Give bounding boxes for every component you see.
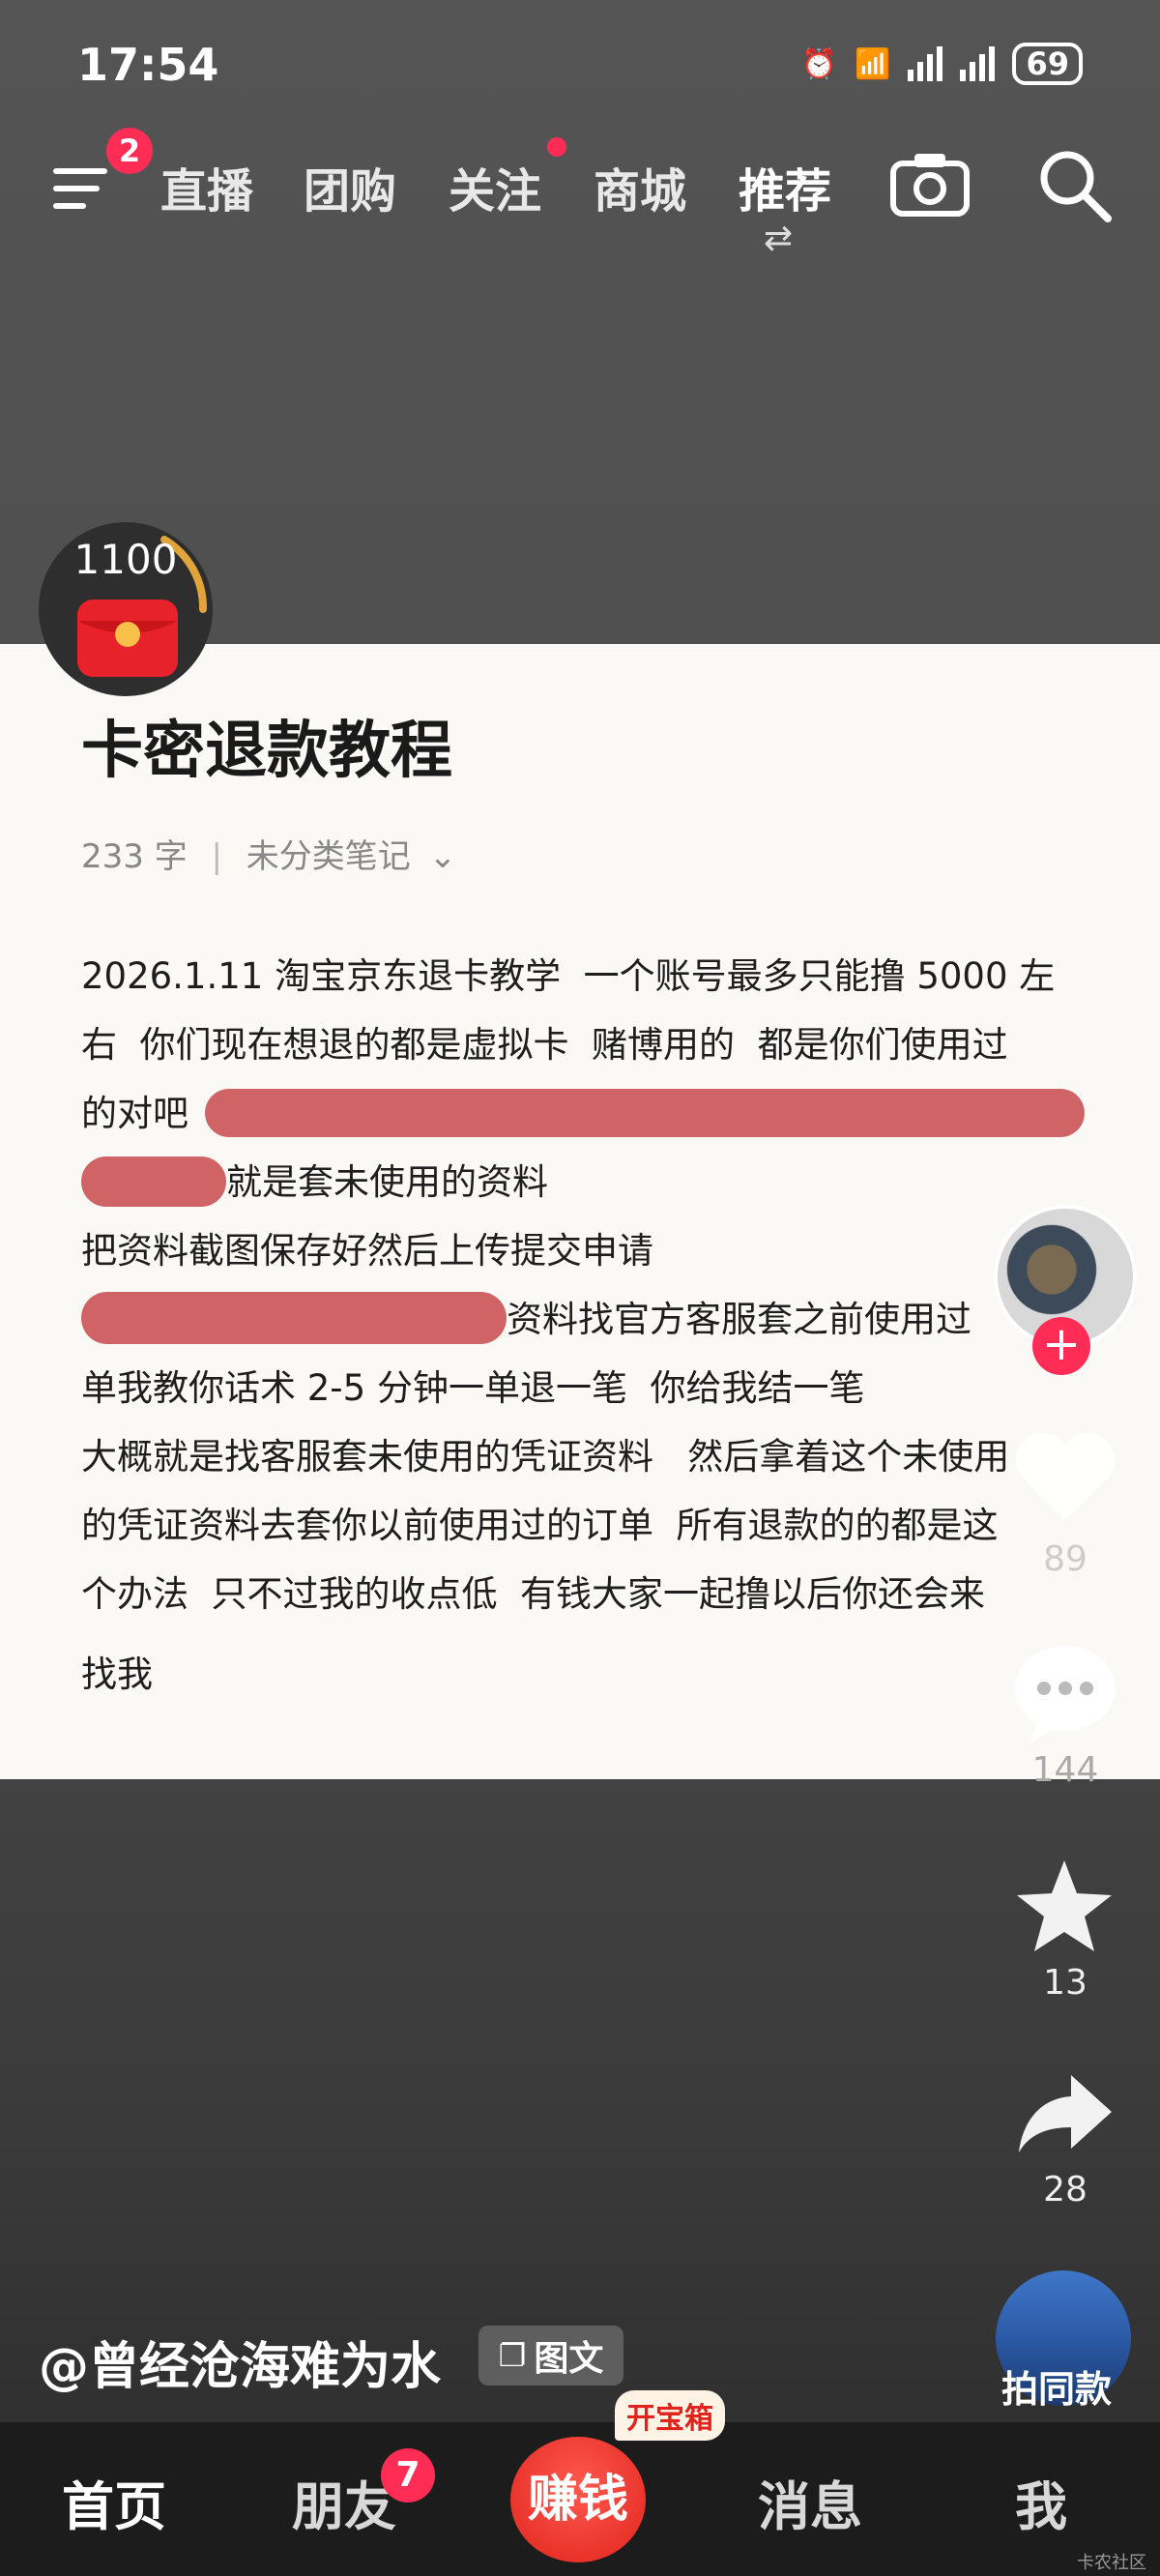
tab-messages[interactable]: 消息 bbox=[758, 2464, 862, 2540]
earn-button[interactable]: 赚钱 bbox=[510, 2437, 646, 2562]
camera-icon[interactable] bbox=[889, 150, 971, 218]
note-line: 把资料截图保存好然后上传提交申请 bbox=[81, 1230, 653, 1272]
tab-following[interactable]: 关注 bbox=[449, 153, 541, 220]
comment-icon[interactable] bbox=[1009, 1642, 1121, 1744]
coin-widget[interactable]: 1100 bbox=[39, 522, 213, 696]
wifi-icon: 📶 bbox=[855, 46, 891, 81]
tab-group-buy[interactable]: 团购 bbox=[304, 153, 396, 220]
following-dot bbox=[547, 137, 566, 157]
watermark: 卡农社区 bbox=[1077, 2553, 1146, 2573]
tab-me[interactable]: 我 bbox=[1015, 2464, 1067, 2540]
alarm-icon: ⏰ bbox=[800, 46, 838, 81]
heart-icon[interactable] bbox=[1011, 1431, 1119, 1528]
tab-recommend[interactable]: 推荐 bbox=[739, 153, 831, 220]
tab-home[interactable]: 首页 bbox=[62, 2464, 166, 2540]
note-line: 个办法 只不过我的收点低 有钱大家一起撸以后你还会来 bbox=[81, 1573, 986, 1615]
status-icons: ⏰ 📶 69 bbox=[801, 43, 1083, 85]
note-line: 右 你们现在想退的都是虚拟卡 赌博用的 都是你们使用过 bbox=[81, 1024, 1008, 1066]
tab-mall[interactable]: 商城 bbox=[594, 153, 686, 220]
friends-badge: 7 bbox=[381, 2448, 435, 2503]
note-line: 找我 bbox=[81, 1654, 153, 1695]
follow-plus-button[interactable]: + bbox=[1032, 1317, 1090, 1375]
image-text-icon: ❐ bbox=[498, 2337, 527, 2374]
coin-value: 1100 bbox=[73, 536, 178, 583]
note-type-tag: ❐ 图文 bbox=[478, 2326, 624, 2386]
note-meta[interactable]: 233 字 | 未分类笔记 ⌄ bbox=[81, 830, 456, 877]
like-count: 89 bbox=[1043, 1539, 1088, 1579]
word-count: 233 字 bbox=[81, 837, 188, 876]
menu-badge: 2 bbox=[106, 128, 153, 174]
share-icon[interactable] bbox=[1015, 2069, 1116, 2156]
swap-icon: ⇄ bbox=[764, 219, 794, 258]
note-line: 的凭证资料去套你以前使用过的订单 所有退款的的都是这 bbox=[81, 1505, 999, 1546]
redaction-mark bbox=[81, 1156, 226, 1207]
note-category[interactable]: 未分类笔记 bbox=[246, 837, 411, 876]
meta-divider: | bbox=[211, 837, 222, 876]
note-title: 卡密退款教程 bbox=[81, 716, 452, 787]
redaction-mark bbox=[81, 1292, 507, 1344]
battery-indicator: 69 bbox=[1012, 43, 1083, 85]
note-line: 2026.1.11 淘宝京东退卡教学 一个账号最多只能撸 5000 左 bbox=[81, 955, 1056, 997]
note-type-label: 图文 bbox=[534, 2339, 604, 2379]
signal-5g-icon bbox=[960, 46, 996, 81]
status-time: 17:54 bbox=[77, 39, 219, 91]
author-handle[interactable]: @曾经沧海难为水 bbox=[39, 2326, 441, 2398]
share-count: 28 bbox=[1043, 2170, 1088, 2210]
red-envelope-icon bbox=[77, 600, 178, 677]
comment-count: 144 bbox=[1031, 1750, 1099, 1790]
chevron-down-icon[interactable]: ⌄ bbox=[429, 837, 457, 876]
redaction-mark bbox=[205, 1089, 1085, 1137]
same-style-label[interactable]: 拍同款 bbox=[1001, 2359, 1112, 2413]
note-line: 单我教你话术 2-5 分钟一单退一笔 你给我结一笔 bbox=[81, 1367, 865, 1409]
star-icon[interactable] bbox=[1013, 1857, 1116, 1955]
search-icon[interactable] bbox=[1036, 147, 1114, 224]
menu-button[interactable] bbox=[53, 155, 111, 213]
note-line: 就是套未使用的资料 bbox=[226, 1161, 548, 1203]
treasure-chest-tag[interactable]: 开宝箱 bbox=[615, 2390, 725, 2441]
favorite-count: 13 bbox=[1043, 1963, 1088, 2003]
tab-live[interactable]: 直播 bbox=[160, 153, 253, 220]
note-line: 大概就是找客服套未使用的凭证资料 然后拿着这个未使用 bbox=[81, 1436, 1010, 1478]
signal-5g-icon bbox=[908, 46, 943, 81]
